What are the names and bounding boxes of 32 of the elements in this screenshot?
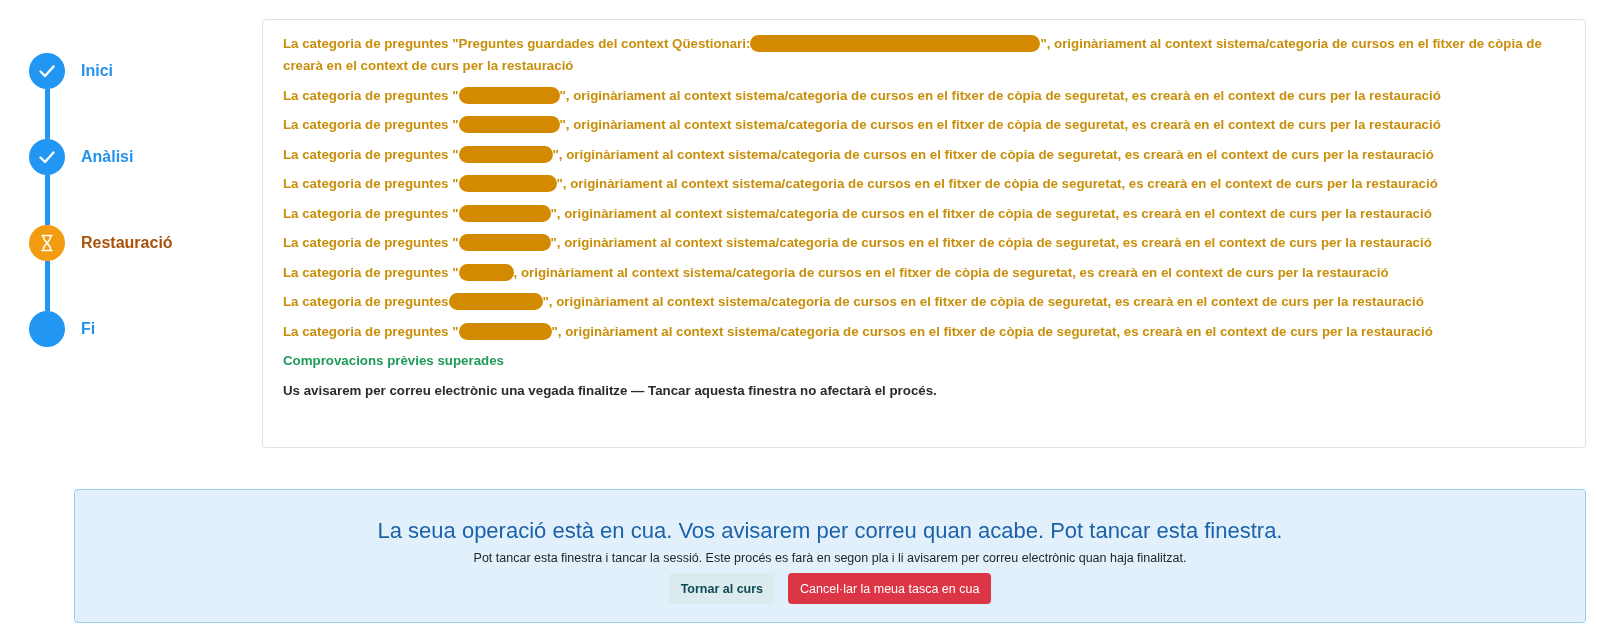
log-text: ", originàriament al context sistema/categoria de cursos en el fitxer de còpia de seguretat, es crearà en el context de curs per la restauració xyxy=(542,294,1424,309)
step-label: Restauració xyxy=(81,234,173,252)
notice-message: Pot tancar esta finestra i tancar la sessió. Este procés es farà en segon pla i li avisarem per correu electrònic quan haja finalitzat. xyxy=(472,550,1188,566)
cancel-task-button[interactable]: Cancel·lar la meua tasca en cua xyxy=(788,573,992,604)
log-text: La categoria de preguntes xyxy=(283,294,449,309)
log-text: Us avisarem per correu electrònic una vegada finalitze — Tancar aquesta finestra no afectarà el procés. xyxy=(283,382,937,398)
log-text: La categoria de preguntes " xyxy=(283,87,459,103)
log-text: ", originàriament al context sistema/categoria de cursos en el fitxer de còpia de seguretat, es crearà en el context de curs per la restauració xyxy=(551,323,1433,339)
redaction-mark xyxy=(458,263,514,281)
log-text: crearà en el context de curs per la restauració xyxy=(283,58,574,73)
log-text: ", originàriament al context sistema/categoria de cursos en el fitxer de còpia de seguretat, es crearà en el context de curs per la restauració xyxy=(559,87,1441,103)
log-text: La categoria de preguntes " xyxy=(283,117,459,132)
log-text: La categoria de preguntes "Preguntes guardades del context Qüestionari: xyxy=(283,36,751,51)
step-label: Anàlisi xyxy=(81,148,134,166)
log-text: ", originàriament al context sistema/categoria de cursos en el fitxer de còpia de xyxy=(1040,36,1542,51)
log-text: La categoria de preguntes " xyxy=(283,205,459,221)
log-text: , originàriament al context sistema/categoria de cursos en el fitxer de còpia de seguretat, es crearà en el context de curs per la restauració xyxy=(513,264,1389,280)
log-text: La categoria de preguntes " xyxy=(283,235,459,250)
log-text: ", originàriament al context sistema/categoria de cursos en el fitxer de còpia de seguretat, es crearà en el context de curs per la restauració xyxy=(550,205,1432,221)
log-text: ", originàriament al context sistema/categoria de cursos en el fitxer de còpia de seguretat, es crearà en el context de curs per la restauració xyxy=(559,117,1441,132)
step-label: Fi xyxy=(81,320,96,338)
log-text: La categoria de preguntes " xyxy=(283,146,459,162)
log-text: ", originàriament al context sistema/categoria de cursos en el fitxer de còpia de seguretat, es crearà en el context de curs per la restauració xyxy=(552,146,1434,162)
log-text: La categoria de preguntes " xyxy=(283,176,459,191)
log-text: ", originàriament al context sistema/categoria de cursos en el fitxer de còpia de seguretat, es crearà en el context de curs per la restauració xyxy=(556,176,1438,191)
log-text: La categoria de preguntes " xyxy=(283,264,459,280)
log-text: ", originàriament al context sistema/categoria de cursos en el fitxer de còpia de seguretat, es crearà en el context de curs per la restauració xyxy=(550,235,1432,250)
log-text: La categoria de preguntes " xyxy=(283,323,459,339)
back-to-course-button[interactable]: Tornar al curs xyxy=(668,573,776,604)
log-text: Comprovacions prèvies superades xyxy=(283,353,504,368)
notice-title: La seua operació està en cua. Vos avisarem per correu quan acabe. Pot tancar esta finestra. xyxy=(376,518,1284,544)
step-label: Inici xyxy=(81,62,113,80)
